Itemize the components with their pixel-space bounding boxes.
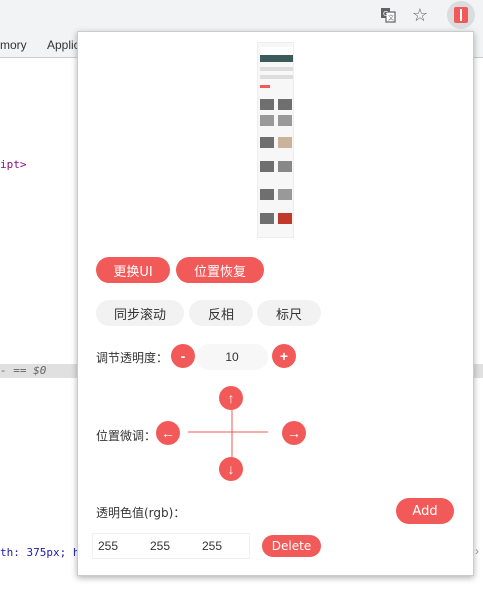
position-crosshair xyxy=(188,402,268,462)
browser-toolbar: G文 ☆ xyxy=(0,0,483,31)
devtools-style-line: th: 375px; h xyxy=(0,546,80,559)
rgb-r-input[interactable]: 255 xyxy=(94,533,144,559)
page-preview-thumbnail xyxy=(257,42,294,238)
opacity-label: 调节透明度： xyxy=(96,351,169,365)
move-down-button[interactable]: ↓ xyxy=(219,457,243,481)
invert-button[interactable]: 反相 xyxy=(189,300,253,326)
devtools-selected-marker: - == $0 xyxy=(0,364,47,377)
opacity-increase-button[interactable]: + xyxy=(272,344,296,368)
ruler-button[interactable]: 标尺 xyxy=(257,300,321,326)
devtools-script-tag: ipt> xyxy=(0,158,27,171)
opacity-value-input[interactable]: 10 xyxy=(196,344,268,370)
move-right-button[interactable]: → xyxy=(282,421,306,445)
add-color-button[interactable]: Add xyxy=(396,498,454,524)
translate-icon[interactable]: G文 xyxy=(377,4,399,26)
svg-text:文: 文 xyxy=(388,14,394,22)
rgb-b-input[interactable]: 255 xyxy=(198,533,248,559)
rgb-g-input[interactable]: 255 xyxy=(146,533,196,559)
extension-button[interactable] xyxy=(447,1,475,29)
position-adjust-label: 位置微调： xyxy=(96,429,157,443)
delete-color-button[interactable]: Delete xyxy=(262,535,321,557)
extension-popup: 更换UI 位置恢复 同步滚动 反相 标尺 调节透明度： - 10 + 位置微调：… xyxy=(77,31,474,576)
opacity-decrease-button[interactable]: - xyxy=(171,344,195,368)
devtools-tab-memory[interactable]: mory xyxy=(0,38,27,52)
move-up-button[interactable]: ↑ xyxy=(219,386,243,410)
chevron-right-icon: › xyxy=(475,544,479,558)
change-ui-button[interactable]: 更换UI xyxy=(96,257,170,283)
transparent-color-label: 透明色值(rgb)： xyxy=(96,506,186,520)
star-icon[interactable]: ☆ xyxy=(409,4,431,26)
reset-position-button[interactable]: 位置恢复 xyxy=(176,257,264,283)
move-left-button[interactable]: ← xyxy=(156,421,180,445)
sync-scroll-button[interactable]: 同步滚动 xyxy=(96,300,184,326)
extension-icon xyxy=(454,7,468,23)
devtools-tab-application[interactable]: Applic xyxy=(47,38,80,52)
